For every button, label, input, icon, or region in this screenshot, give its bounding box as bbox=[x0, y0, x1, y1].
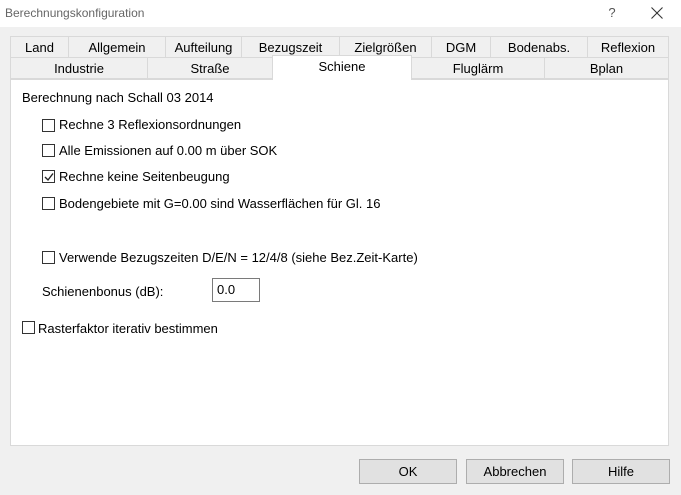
water-surfaces-checkbox[interactable] bbox=[42, 197, 55, 210]
title-bar: Berechnungskonfiguration ? bbox=[0, 0, 681, 27]
tab-aufteilung[interactable]: Aufteilung bbox=[165, 36, 242, 58]
emissions-height-label: Alle Emissionen auf 0.00 m über SOK bbox=[59, 143, 278, 158]
help-button[interactable]: Hilfe bbox=[572, 459, 670, 484]
help-icon[interactable]: ? bbox=[600, 2, 624, 24]
tab-strasse[interactable]: Straße bbox=[147, 57, 273, 79]
reference-times-checkbox[interactable] bbox=[42, 251, 55, 264]
no-side-diffraction-checkbox[interactable] bbox=[42, 170, 55, 183]
panel-heading: Berechnung nach Schall 03 2014 bbox=[22, 90, 214, 105]
close-button[interactable] bbox=[644, 2, 670, 24]
checkmark-icon bbox=[44, 173, 54, 182]
tab-allgemein[interactable]: Allgemein bbox=[68, 36, 166, 58]
schienenbonus-label: Schienenbonus (dB): bbox=[42, 284, 164, 299]
tab-reflexion[interactable]: Reflexion bbox=[587, 36, 669, 58]
no-side-diffraction-label: Rechne keine Seitenbeugung bbox=[59, 169, 230, 184]
close-icon bbox=[651, 7, 663, 19]
schienenbonus-input[interactable]: 0.0 bbox=[212, 278, 260, 302]
window-title: Berechnungskonfiguration bbox=[5, 6, 145, 20]
tab-bodenabs[interactable]: Bodenabs. bbox=[490, 36, 588, 58]
tab-schiene[interactable]: Schiene bbox=[272, 55, 412, 80]
raster-iterative-label: Rasterfaktor iterativ bestimmen bbox=[38, 321, 218, 336]
raster-iterative-checkbox[interactable] bbox=[22, 321, 35, 334]
reference-times-label: Verwende Bezugszeiten D/E/N = 12/4/8 (si… bbox=[59, 250, 418, 265]
tab-panel-schiene: Berechnung nach Schall 03 2014 Rechne 3 … bbox=[10, 79, 669, 446]
cancel-button[interactable]: Abbrechen bbox=[466, 459, 564, 484]
tab-industrie[interactable]: Industrie bbox=[10, 57, 148, 79]
tab-bplan[interactable]: Bplan bbox=[544, 57, 669, 79]
reflection-orders-label: Rechne 3 Reflexionsordnungen bbox=[59, 117, 242, 132]
ok-button[interactable]: OK bbox=[359, 459, 457, 484]
water-surfaces-label: Bodengebiete mit G=0.00 sind Wasserfläch… bbox=[59, 196, 381, 211]
reflection-orders-checkbox[interactable] bbox=[42, 119, 55, 132]
tab-land[interactable]: Land bbox=[10, 36, 69, 58]
tab-dgm[interactable]: DGM bbox=[431, 36, 491, 58]
tab-fluglaerm[interactable]: Fluglärm bbox=[411, 57, 545, 79]
emissions-height-checkbox[interactable] bbox=[42, 144, 55, 157]
